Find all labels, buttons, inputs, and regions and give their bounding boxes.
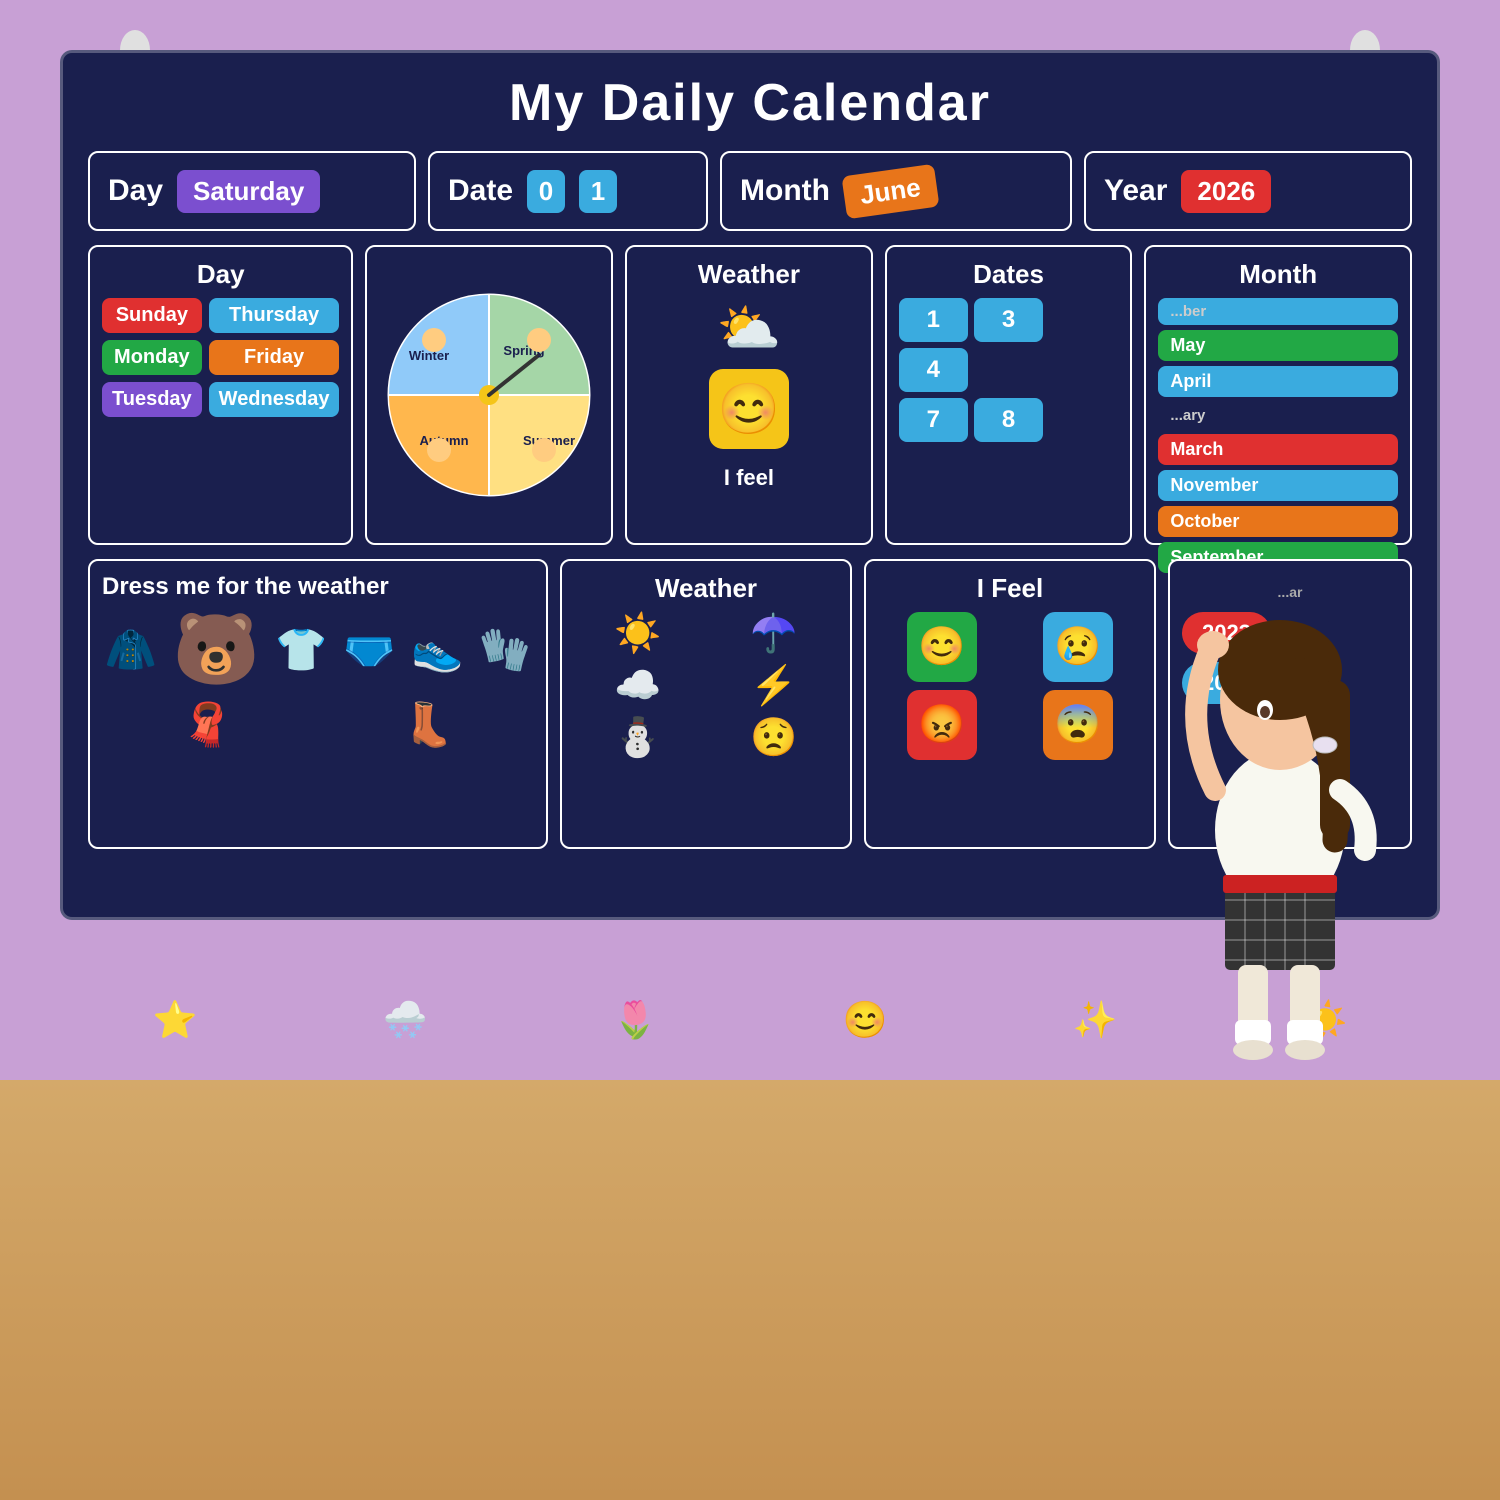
- top-row: Day Saturday Date 0 1 Month June Year 20…: [88, 151, 1412, 231]
- clothing-grid: 🧥 🐻 👕 🩲 👟 🧤 🧣 👢: [102, 609, 534, 750]
- day-card: Day Saturday: [88, 151, 416, 231]
- clothing-shoes[interactable]: 👟: [411, 626, 463, 675]
- clothing-hat[interactable]: 🧣: [181, 701, 233, 750]
- month-value[interactable]: June: [841, 163, 939, 218]
- bear-figure: 🐻: [173, 609, 260, 691]
- day-tuesday[interactable]: Tuesday: [102, 382, 202, 417]
- day-friday[interactable]: Friday: [209, 340, 340, 375]
- date-8[interactable]: 8: [974, 398, 1043, 442]
- day-sunday[interactable]: Sunday: [102, 298, 202, 333]
- w2-sun[interactable]: ☀️: [574, 612, 702, 656]
- date-digit-1[interactable]: 0: [527, 170, 565, 213]
- day-wednesday[interactable]: Wednesday: [209, 382, 340, 417]
- weather2-title: Weather: [574, 573, 838, 604]
- feel2-grid: 😊 😢 😡 😨: [878, 612, 1142, 760]
- weather2-panel: Weather ☀️ ☂️ ☁️ ⚡ ⛄ 😟: [560, 559, 852, 849]
- month-march[interactable]: March: [1158, 434, 1398, 465]
- deco-cloud: 🌨️: [383, 999, 428, 1041]
- child-figure: [1120, 500, 1440, 1080]
- day-label: Day: [108, 174, 163, 208]
- feel-happy[interactable]: 😊: [907, 612, 977, 682]
- deco-sparkle: ✨: [1073, 999, 1118, 1041]
- date-4[interactable]: 4: [899, 348, 968, 392]
- child-svg: [1120, 500, 1440, 1080]
- feel-angry[interactable]: 😡: [907, 690, 977, 760]
- w2-face[interactable]: 😟: [710, 716, 838, 760]
- month-april[interactable]: April: [1158, 366, 1398, 397]
- months-panel-title: Month: [1158, 259, 1398, 290]
- weather2-grid: ☀️ ☂️ ☁️ ⚡ ⛄ 😟: [574, 612, 838, 760]
- w2-lightning[interactable]: ⚡: [710, 664, 838, 708]
- i-feel-label: I feel: [724, 465, 774, 491]
- day-thursday[interactable]: Thursday: [209, 298, 340, 333]
- date-1[interactable]: 1: [899, 298, 968, 342]
- month-november[interactable]: November: [1158, 470, 1398, 501]
- dates-grid: 1 3 4 7 8: [899, 298, 1119, 442]
- seasons-panel: Spring Summer Autumn Winter: [365, 245, 613, 545]
- date-empty: [1049, 298, 1118, 342]
- floor: [0, 1080, 1500, 1500]
- day-value[interactable]: Saturday: [177, 170, 320, 213]
- clothing-boots[interactable]: 👢: [402, 701, 454, 750]
- weather-icon-cloud-sun: ⛅: [717, 298, 782, 359]
- dates-panel: Dates 1 3 4 7 8: [885, 245, 1133, 545]
- clothing-jacket[interactable]: 👕: [275, 626, 327, 675]
- day-grid: Sunday Thursday Monday Friday Tuesday We…: [102, 298, 339, 417]
- feel2-title: I Feel: [878, 573, 1142, 604]
- date-label: Date: [448, 174, 513, 208]
- date-7[interactable]: 7: [899, 398, 968, 442]
- month-card: Month June: [720, 151, 1072, 231]
- deco-smiley: 😊: [843, 999, 888, 1041]
- date-empty3: [1049, 348, 1118, 392]
- day-monday[interactable]: Monday: [102, 340, 202, 375]
- dress-title: Dress me for the weather: [102, 573, 534, 601]
- date-digit-2[interactable]: 1: [579, 170, 617, 213]
- feel2-panel: I Feel 😊 😢 😡 😨: [864, 559, 1156, 849]
- clothing-tanktop[interactable]: 🧥: [105, 626, 157, 675]
- deco-star: ⭐: [153, 999, 198, 1041]
- weather-feel-panel: Weather ⛅ 😊 I feel: [625, 245, 873, 545]
- w2-umbrella[interactable]: ☂️: [710, 612, 838, 656]
- dates-panel-title: Dates: [899, 259, 1119, 290]
- days-panel-title: Day: [102, 259, 339, 290]
- clothing-shorts[interactable]: 🩲: [343, 626, 395, 675]
- date-empty2: [974, 348, 1043, 392]
- deco-flower: 🌷: [613, 999, 658, 1041]
- w2-snowman[interactable]: ⛄: [574, 716, 702, 760]
- clothing-sweater[interactable]: 🧤: [479, 626, 531, 675]
- seasons-wheel: Spring Summer Autumn Winter: [384, 290, 594, 500]
- year-card: Year 2026: [1084, 151, 1412, 231]
- weather-feel-title: Weather: [639, 259, 859, 290]
- date-empty4: [1049, 398, 1118, 442]
- smiley-box[interactable]: 😊: [709, 369, 789, 449]
- date-card: Date 0 1: [428, 151, 708, 231]
- year-value[interactable]: 2026: [1181, 170, 1271, 213]
- days-panel: Day Sunday Thursday Monday Friday Tuesda…: [88, 245, 353, 545]
- month-may[interactable]: May: [1158, 330, 1398, 361]
- board-title: My Daily Calendar: [88, 73, 1412, 133]
- year-label: Year: [1104, 174, 1167, 208]
- w2-cloud[interactable]: ☁️: [574, 664, 702, 708]
- feel-scared[interactable]: 😨: [1043, 690, 1113, 760]
- feel-sad[interactable]: 😢: [1043, 612, 1113, 682]
- dress-panel: Dress me for the weather 🧥 🐻 👕 🩲 👟 🧤 🧣 👢: [88, 559, 548, 849]
- month-partial-ober[interactable]: ...ber: [1158, 298, 1398, 325]
- month-label: Month: [740, 174, 830, 208]
- date-3[interactable]: 3: [974, 298, 1043, 342]
